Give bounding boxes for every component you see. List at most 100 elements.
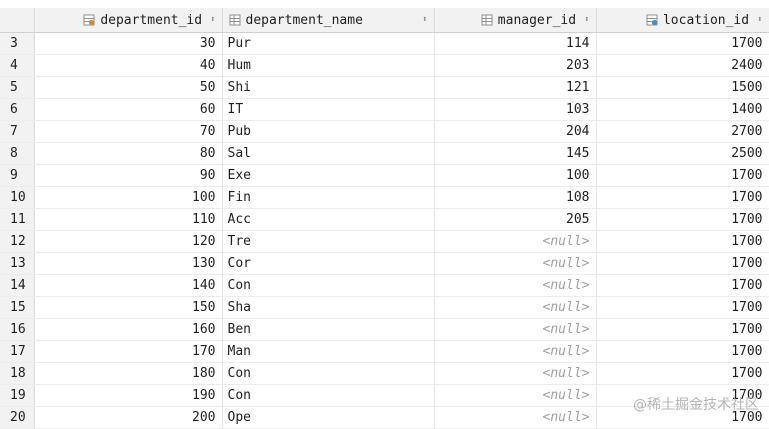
row-number[interactable]: 10: [0, 186, 35, 209]
cell-location-id[interactable]: 1700: [596, 340, 769, 363]
table-row[interactable]: 6 60 IT 103 1400: [0, 98, 769, 121]
cell-department-name[interactable]: Con: [222, 274, 435, 297]
row-number[interactable]: 11: [0, 208, 35, 231]
cell-location-id[interactable]: 1700: [596, 208, 769, 231]
cell-department-id[interactable]: 60: [34, 98, 223, 121]
cell-department-id[interactable]: 110: [34, 208, 223, 231]
cell-department-name[interactable]: Sha: [222, 296, 435, 319]
cell-location-id[interactable]: 1700: [596, 252, 769, 275]
cell-manager-id[interactable]: <null>: [434, 296, 597, 319]
cell-location-id[interactable]: 2400: [596, 54, 769, 77]
cell-location-id[interactable]: 1700: [596, 274, 769, 297]
cell-location-id[interactable]: 1700: [596, 296, 769, 319]
cell-location-id[interactable]: 1700: [596, 186, 769, 209]
row-number[interactable]: 16: [0, 318, 35, 341]
row-number[interactable]: 18: [0, 362, 35, 385]
cell-department-id[interactable]: 130: [34, 252, 223, 275]
cell-department-id[interactable]: 80: [34, 142, 223, 165]
table-row[interactable]: 18 180 Con <null> 1700: [0, 362, 769, 385]
cell-manager-id[interactable]: 145: [434, 142, 597, 165]
cell-manager-id[interactable]: 203: [434, 54, 597, 77]
cell-department-id[interactable]: 140: [34, 274, 223, 297]
cell-department-id[interactable]: 160: [34, 318, 223, 341]
cell-department-name[interactable]: Shi: [222, 76, 435, 99]
row-number[interactable]: 3: [0, 32, 35, 55]
table-row[interactable]: 17 170 Man <null> 1700: [0, 340, 769, 363]
cell-department-id[interactable]: 100: [34, 186, 223, 209]
cell-department-name[interactable]: Tre: [222, 230, 435, 253]
row-number[interactable]: 5: [0, 76, 35, 99]
row-number[interactable]: 4: [0, 54, 35, 77]
cell-location-id[interactable]: 1700: [596, 32, 769, 55]
cell-department-id[interactable]: 150: [34, 296, 223, 319]
table-row[interactable]: 9 90 Exe 100 1700: [0, 164, 769, 187]
cell-manager-id[interactable]: <null>: [434, 362, 597, 385]
column-header-department-name[interactable]: department_name ⬍: [222, 8, 435, 33]
cell-location-id[interactable]: 1500: [596, 76, 769, 99]
cell-location-id[interactable]: 1700: [596, 164, 769, 187]
row-number[interactable]: 19: [0, 384, 35, 407]
sort-icon[interactable]: ⬍: [210, 15, 215, 25]
row-number[interactable]: 6: [0, 98, 35, 121]
sort-icon[interactable]: ⬍: [422, 15, 427, 25]
row-number[interactable]: 17: [0, 340, 35, 363]
cell-location-id[interactable]: 1400: [596, 98, 769, 121]
cell-department-id[interactable]: 120: [34, 230, 223, 253]
table-row[interactable]: 4 40 Hum 203 2400: [0, 54, 769, 77]
table-row[interactable]: 3 30 Pur 114 1700: [0, 32, 769, 55]
cell-department-name[interactable]: Fin: [222, 186, 435, 209]
cell-department-name[interactable]: Exe: [222, 164, 435, 187]
row-number[interactable]: 14: [0, 274, 35, 297]
sort-icon[interactable]: ⬍: [584, 15, 589, 25]
cell-manager-id[interactable]: 108: [434, 186, 597, 209]
cell-department-name[interactable]: Cor: [222, 252, 435, 275]
cell-location-id[interactable]: 1700: [596, 230, 769, 253]
table-row[interactable]: 16 160 Ben <null> 1700: [0, 318, 769, 341]
cell-manager-id[interactable]: 100: [434, 164, 597, 187]
column-header-department-id[interactable]: department_id ⬍: [34, 8, 223, 33]
table-row[interactable]: 5 50 Shi 121 1500: [0, 76, 769, 99]
cell-department-id[interactable]: 50: [34, 76, 223, 99]
cell-manager-id[interactable]: <null>: [434, 274, 597, 297]
table-row[interactable]: 10 100 Fin 108 1700: [0, 186, 769, 209]
cell-location-id[interactable]: 1700: [596, 362, 769, 385]
cell-department-id[interactable]: 190: [34, 384, 223, 407]
cell-location-id[interactable]: 2700: [596, 120, 769, 143]
cell-department-name[interactable]: Pur: [222, 32, 435, 55]
cell-manager-id[interactable]: 204: [434, 120, 597, 143]
cell-department-name[interactable]: Hum: [222, 54, 435, 77]
table-row[interactable]: 11 110 Acc 205 1700: [0, 208, 769, 231]
cell-manager-id[interactable]: <null>: [434, 384, 597, 407]
row-number[interactable]: 12: [0, 230, 35, 253]
cell-manager-id[interactable]: <null>: [434, 230, 597, 253]
column-header-location-id[interactable]: location_id ⬍: [596, 8, 769, 33]
cell-department-id[interactable]: 70: [34, 120, 223, 143]
column-header-manager-id[interactable]: manager_id ⬍: [434, 8, 597, 33]
cell-location-id[interactable]: 1700: [596, 384, 769, 407]
cell-department-name[interactable]: Con: [222, 362, 435, 385]
row-number[interactable]: 13: [0, 252, 35, 275]
cell-manager-id[interactable]: 121: [434, 76, 597, 99]
table-row[interactable]: 12 120 Tre <null> 1700: [0, 230, 769, 253]
row-number-header[interactable]: [0, 8, 35, 33]
cell-manager-id[interactable]: 114: [434, 32, 597, 55]
cell-department-name[interactable]: Man: [222, 340, 435, 363]
cell-department-name[interactable]: Con: [222, 384, 435, 407]
row-number[interactable]: 7: [0, 120, 35, 143]
cell-department-name[interactable]: Pub: [222, 120, 435, 143]
cell-department-name[interactable]: Acc: [222, 208, 435, 231]
cell-department-id[interactable]: 30: [34, 32, 223, 55]
table-row[interactable]: 13 130 Cor <null> 1700: [0, 252, 769, 275]
cell-manager-id[interactable]: 205: [434, 208, 597, 231]
cell-manager-id[interactable]: 103: [434, 98, 597, 121]
row-number[interactable]: 9: [0, 164, 35, 187]
cell-department-id[interactable]: 170: [34, 340, 223, 363]
cell-manager-id[interactable]: <null>: [434, 340, 597, 363]
cell-manager-id[interactable]: <null>: [434, 318, 597, 341]
cell-department-name[interactable]: Ben: [222, 318, 435, 341]
cell-manager-id[interactable]: <null>: [434, 252, 597, 275]
table-row[interactable]: 15 150 Sha <null> 1700: [0, 296, 769, 319]
table-row[interactable]: 8 80 Sal 145 2500: [0, 142, 769, 165]
table-row[interactable]: 14 140 Con <null> 1700: [0, 274, 769, 297]
table-row[interactable]: 7 70 Pub 204 2700: [0, 120, 769, 143]
